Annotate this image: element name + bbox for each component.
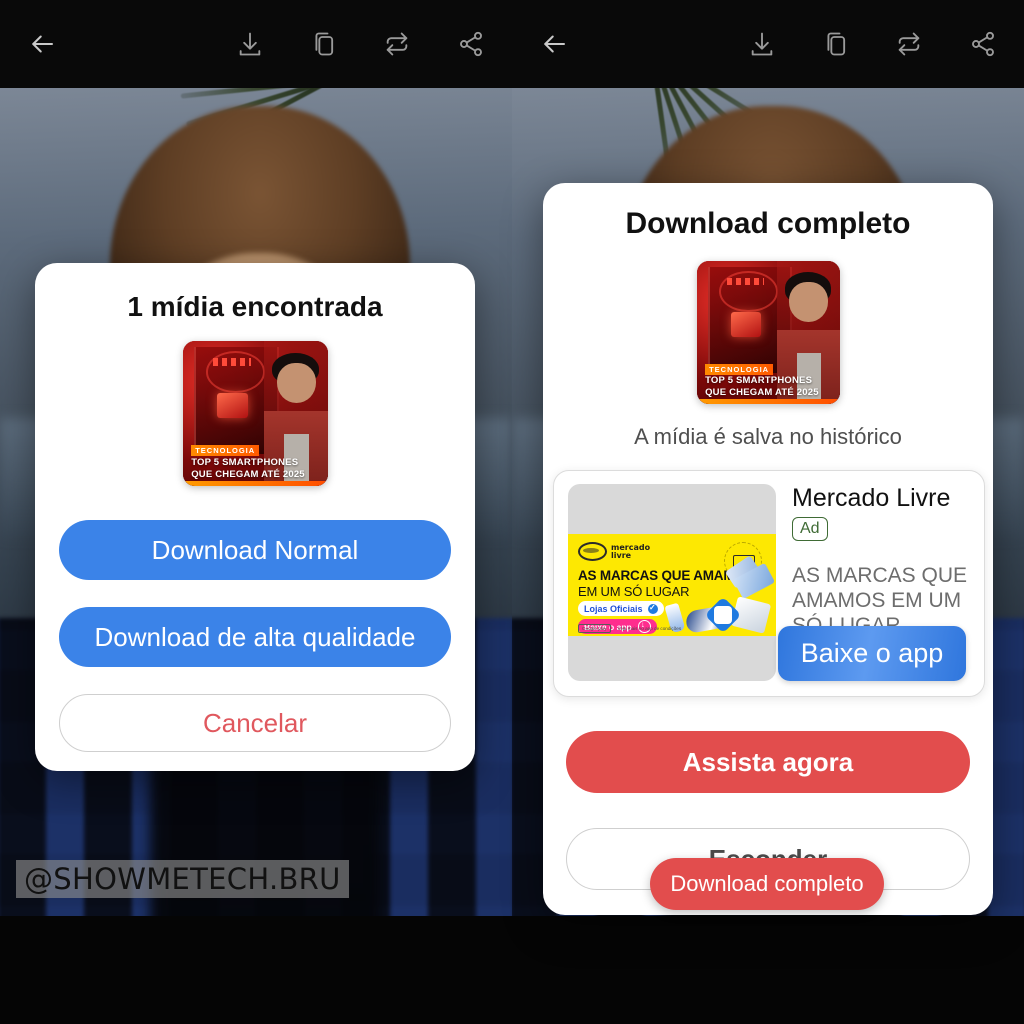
download-complete-dialog: Download completo TECNOLOGIA TOP 5 SMART… [543, 183, 993, 915]
download-high-quality-button[interactable]: Download de alta qualidade [59, 607, 451, 667]
ad-product-collage [664, 555, 776, 634]
ad-banner: mercado livre AS MARCAS QUE AMAMOS EM UM… [568, 534, 776, 636]
ad-banner-footer: Google play Veja mais no app de condiçõe… [578, 624, 681, 633]
download-icon[interactable] [738, 20, 786, 68]
thumbnail-category-badge: TECNOLOGIA [705, 363, 774, 375]
right-toolbar [512, 0, 1024, 88]
watch-now-button[interactable]: Assista agora [566, 731, 970, 793]
mercado-livre-logo-icon: mercado livre [578, 542, 650, 561]
repeat-icon[interactable] [373, 20, 421, 68]
media-found-dialog: 1 mídia encontrada TECNOLOGIA TOP 5 SMAR… [35, 263, 475, 771]
dialog-title: Download completo [625, 207, 911, 240]
history-note: A mídia é salva no histórico [634, 424, 902, 449]
ad-cta-button[interactable]: Baixe o app [778, 626, 966, 681]
ad-logo-word-2: livre [611, 550, 632, 560]
ad-brand-name: Mercado Livre [792, 484, 951, 512]
ad-label-badge: Ad [792, 517, 828, 541]
media-thumbnail[interactable]: TECNOLOGIA TOP 5 SMARTPHONES QUE CHEGAM … [182, 341, 328, 486]
left-toolbar [0, 0, 512, 88]
download-icon[interactable] [226, 20, 274, 68]
media-thumbnail[interactable]: TECNOLOGIA TOP 5 SMARTPHONES QUE CHEGAM … [696, 261, 840, 404]
share-icon[interactable] [447, 20, 495, 68]
cancel-button[interactable]: Cancelar [59, 694, 451, 752]
thumbnail-line-1: TOP 5 SMARTPHONES [191, 457, 299, 468]
thumbnail-line-2: QUE CHEGAM ATÉ 2025 [191, 468, 305, 480]
thumbnail-category-badge: TECNOLOGIA [191, 445, 260, 457]
ad-chip-label: Lojas Oficiais [584, 603, 643, 614]
ad-card[interactable]: mercado livre AS MARCAS QUE AMAMOS EM UM… [553, 470, 985, 697]
screenshot-root: @SHOWMETECH.BRU Eu sou Bruno Martinez 1 … [0, 0, 1024, 1024]
ad-banner-chip-official-stores: Lojas Oficiais [578, 601, 664, 616]
dialog-title: 1 mídia encontrada [127, 291, 383, 322]
verified-check-icon [647, 602, 658, 614]
repeat-icon[interactable] [885, 20, 933, 68]
left-screen-panel: @SHOWMETECH.BRU Eu sou Bruno Martinez 1 … [0, 0, 512, 1024]
copy-icon[interactable] [812, 20, 860, 68]
thumbnail-line-2: QUE CHEGAM ATÉ 2025 [705, 386, 819, 398]
download-normal-button[interactable]: Download Normal [59, 520, 451, 580]
ad-creative-image[interactable]: mercado livre AS MARCAS QUE AMAMOS EM UM… [568, 484, 776, 681]
share-icon[interactable] [959, 20, 1007, 68]
copy-icon[interactable] [300, 20, 348, 68]
ad-text-block: Mercado Livre Ad AS MARCAS QUE AMAMOS EM… [776, 471, 984, 696]
back-arrow-icon[interactable] [530, 20, 578, 68]
back-arrow-icon[interactable] [18, 20, 66, 68]
bottom-letterbox [0, 916, 1024, 1024]
thumbnail-line-1: TOP 5 SMARTPHONES [705, 375, 813, 387]
google-play-badge: Google play [578, 624, 611, 633]
creator-handle: @SHOWMETECH.BRU [16, 860, 349, 898]
ad-fineprint: Veja mais no app de condições [617, 626, 682, 631]
download-complete-toast[interactable]: Download completo [650, 858, 884, 910]
